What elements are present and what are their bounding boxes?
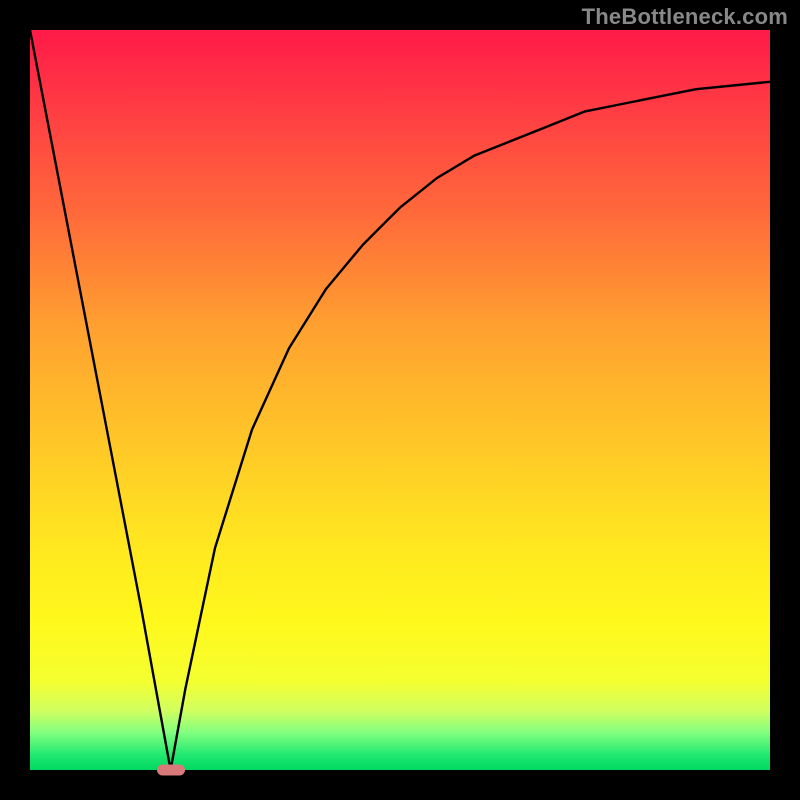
optimal-marker: [157, 765, 185, 776]
curve-path: [30, 30, 770, 770]
watermark-text: TheBottleneck.com: [582, 4, 788, 30]
chart-frame: TheBottleneck.com: [0, 0, 800, 800]
bottleneck-curve: [30, 30, 770, 770]
plot-area: [30, 30, 770, 770]
